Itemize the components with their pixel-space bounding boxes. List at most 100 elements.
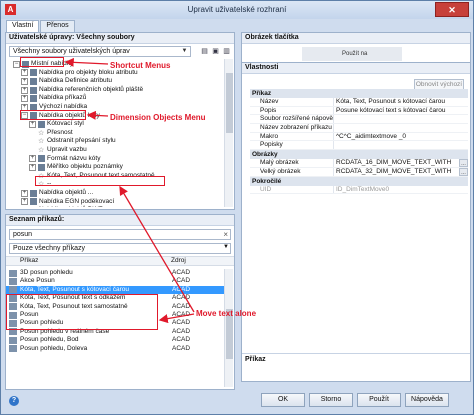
property-value[interactable]: RCDATA_16_DIM_MOVE_TEXT_WITH xyxy=(334,159,459,167)
property-name: Velký obrázek xyxy=(250,167,334,176)
property-name: UID xyxy=(250,185,334,194)
property-value[interactable]: Posune kótovací text s kótovací čarou xyxy=(334,107,468,115)
property-row[interactable]: Makro ^C^C_aidimtextmove _0 xyxy=(250,132,468,142)
tree-node[interactable]: ☆ Přesnost xyxy=(9,129,222,138)
help-button[interactable]: Nápověda xyxy=(405,393,449,407)
expand-icon[interactable]: + xyxy=(29,155,36,163)
column-source[interactable]: Zdroj xyxy=(171,257,186,265)
tab-strip: Vlastní Přenos xyxy=(6,20,76,32)
command-source: ACAD xyxy=(172,302,191,310)
collapse-icon[interactable]: − xyxy=(13,60,20,68)
properties-grid[interactable]: Příkaz Název Kóta, Text, Posunout s kótova… xyxy=(250,89,468,195)
menu-icon xyxy=(38,155,45,163)
command-row[interactable]: Kóta, Text, Posunout s kótovací čarou ACA… xyxy=(6,285,224,295)
tree-scrollbar-thumb[interactable] xyxy=(226,73,233,133)
expand-icon[interactable]: + xyxy=(21,198,28,206)
property-value[interactable]: Kóta, Text, Posunout s kótovací čarou xyxy=(334,98,468,106)
command-row[interactable]: Posun pohledu, Bod ACAD xyxy=(6,336,224,344)
command-icon xyxy=(9,336,17,344)
menu-icon xyxy=(38,120,45,128)
tree-node[interactable]: + Měřítko objektu poznámky xyxy=(9,163,222,172)
apply-button[interactable]: Použít xyxy=(357,393,401,407)
command-icon xyxy=(9,345,17,353)
tab-customize[interactable]: Vlastní xyxy=(6,20,40,32)
command-row[interactable]: 3D posun pohledu ACAD xyxy=(6,269,224,277)
expand-icon[interactable]: + xyxy=(21,69,28,77)
expand-icon[interactable]: + xyxy=(21,95,28,103)
customize-ui-window: A Upravit uživatelské rozhraní ✕ Vlastní… xyxy=(0,0,474,415)
command-list-scrollbar[interactable] xyxy=(224,269,233,387)
tree-node[interactable]: + Nabídka příkazů xyxy=(9,94,222,103)
property-row[interactable]: UID ID_DimTextMove0 xyxy=(250,185,468,195)
close-button[interactable]: ✕ xyxy=(435,2,469,17)
property-value[interactable] xyxy=(334,124,468,132)
command-name: Akce Posun xyxy=(20,277,55,285)
open-file-icon[interactable]: ▤ xyxy=(200,47,209,56)
command-source: ACAD xyxy=(172,269,191,276)
property-name: Popis xyxy=(250,106,334,115)
property-row[interactable]: Název zobrazení příkazu xyxy=(250,124,468,133)
tree-scrollbar[interactable] xyxy=(224,59,233,207)
tree-node[interactable]: ☆ Upravit vazbu xyxy=(9,146,222,155)
command-source: ACAD xyxy=(172,277,191,285)
property-row[interactable]: Soubor rozšířené nápovědy xyxy=(250,115,468,125)
command-star-icon: ☆ xyxy=(38,138,45,146)
cui-file-dropdown-value: Všechny soubory uživatelských úprav xyxy=(13,48,130,55)
command-row[interactable]: Akce Posun ACAD xyxy=(6,277,224,286)
properties-heading: Vlastnosti xyxy=(242,63,470,74)
property-row[interactable]: Popis Posune kótovací text s kótovací čar… xyxy=(250,106,468,116)
tree-node[interactable]: + Formát názvu kóty xyxy=(9,155,222,164)
property-row[interactable]: Název Kóta, Text, Posunout s kótovací čar… xyxy=(250,98,468,107)
display-filters-icon[interactable]: ▥ xyxy=(222,47,231,56)
expand-icon[interactable]: + xyxy=(21,86,28,94)
tab-transfer[interactable]: Přenos xyxy=(40,20,75,32)
window-title: Upravit uživatelské rozhraní xyxy=(187,5,287,14)
help-icon[interactable]: ? xyxy=(9,396,19,406)
expand-icon[interactable]: + xyxy=(21,77,28,85)
command-filter-value: Pouze všechny příkazy xyxy=(13,245,85,252)
expand-icon[interactable]: + xyxy=(29,120,36,128)
property-category[interactable]: Pokročilé xyxy=(250,176,468,186)
cui-file-dropdown[interactable]: Všechny soubory uživatelských úprav ▼ xyxy=(9,46,191,57)
title-bar: A Upravit uživatelské rozhraní ✕ xyxy=(1,1,473,19)
command-filter-dropdown[interactable]: Pouze všechny příkazy ▼ xyxy=(9,243,231,254)
command-search-input[interactable]: posun × xyxy=(9,229,231,240)
save-icon[interactable]: ▣ xyxy=(211,47,220,56)
property-category[interactable]: Obrázky xyxy=(250,150,468,160)
command-search-value: posun xyxy=(13,231,33,238)
clear-search-icon[interactable]: × xyxy=(223,230,228,239)
property-row[interactable]: Velký obrázek RCDATA_32_DIM_MOVE_TEXT_WIT… xyxy=(250,167,468,177)
property-value[interactable] xyxy=(334,141,468,149)
command-star-icon: ☆ xyxy=(38,129,45,137)
expand-icon[interactable]: + xyxy=(21,189,28,197)
command-row[interactable]: Posun pohledu, Doleva ACAD xyxy=(6,345,224,353)
command-source: ACAD xyxy=(172,285,191,293)
tree-toolbar: ▤ ▣ ▥ xyxy=(200,47,231,56)
property-value[interactable]: ^C^C_aidimtextmove _0 xyxy=(334,133,468,141)
tree-node[interactable]: + Nabídka Definice atributu xyxy=(9,77,222,86)
property-row[interactable]: Popisky xyxy=(250,141,468,151)
tree-node-label: Kótovací styl xyxy=(47,120,84,128)
property-value[interactable] xyxy=(334,115,468,123)
command-source: ACAD xyxy=(172,327,191,335)
property-help-box: Příkaz xyxy=(242,353,470,381)
expand-icon[interactable]: + xyxy=(29,163,36,171)
browse-icon[interactable]: … xyxy=(459,159,468,167)
command-source: ACAD xyxy=(172,344,191,352)
property-category[interactable]: Příkaz xyxy=(250,89,468,98)
tree-node[interactable]: ☆ Odstranit přepsání stylu xyxy=(9,137,222,146)
tree-node[interactable]: + Nabídka EGN poděkovací xyxy=(9,198,222,207)
cancel-button[interactable]: Storno xyxy=(309,393,353,407)
tree-node-label: Odstranit přepsání stylu xyxy=(47,137,116,145)
tree-node[interactable]: +Nabídka objektů DWF xyxy=(9,206,222,207)
annotation-dimension-menu: Dimension Objects Menu xyxy=(110,113,206,122)
property-value[interactable]: RCDATA_32_DIM_MOVE_TEXT_WITH xyxy=(334,168,459,176)
ok-button[interactable]: OK xyxy=(261,393,305,407)
property-row[interactable]: Malý obrázek RCDATA_16_DIM_MOVE_TEXT_WITH… xyxy=(250,159,468,168)
chevron-down-icon: ▼ xyxy=(181,48,188,54)
command-source: ACAD xyxy=(172,294,191,302)
browse-icon[interactable]: … xyxy=(459,167,468,176)
tree-node[interactable]: + Nabídka objektů ... xyxy=(9,189,222,198)
column-command[interactable]: Příkaz xyxy=(6,257,171,265)
button-image-panel: Obrázek tlačítka Použít na xyxy=(241,32,471,64)
